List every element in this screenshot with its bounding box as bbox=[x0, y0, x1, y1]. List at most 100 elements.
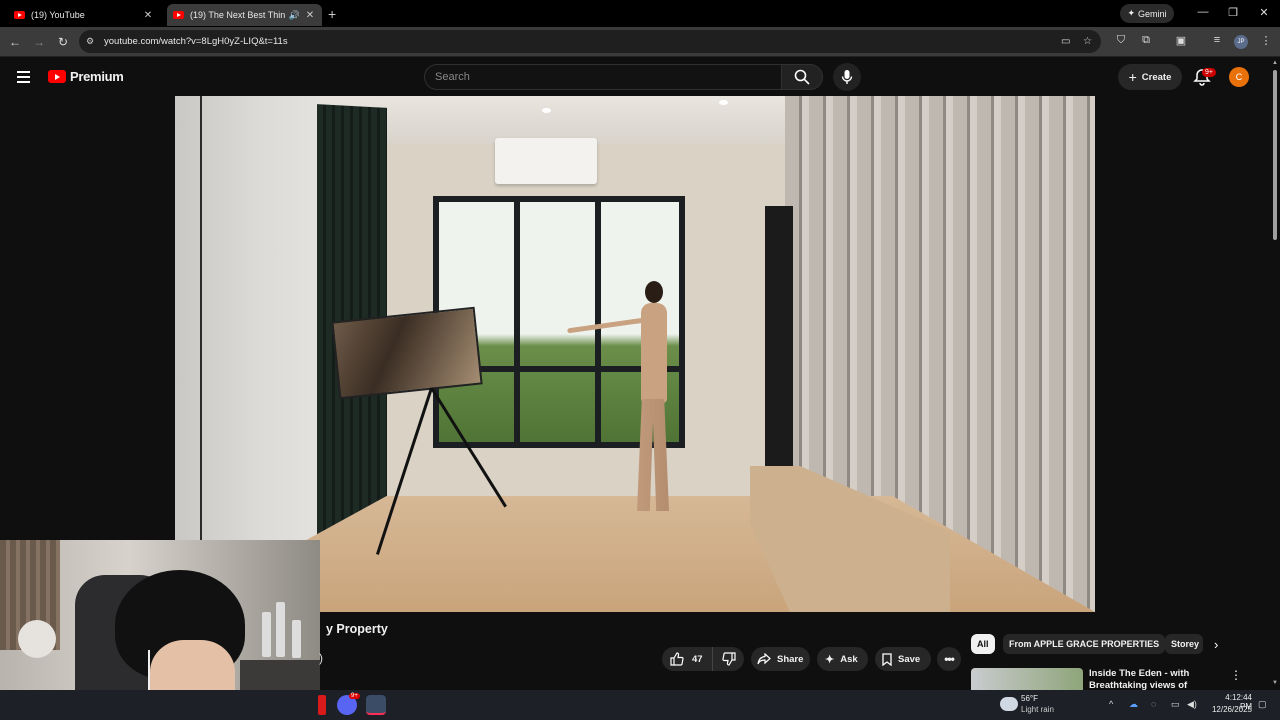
site-settings-icon[interactable]: ⚙ bbox=[86, 36, 97, 47]
youtube-favicon-icon bbox=[14, 11, 25, 19]
network-icon[interactable]: ▭ bbox=[1171, 699, 1180, 710]
url-text: youtube.com/watch?v=8LgH0yZ-LIQ&t=11s bbox=[104, 36, 288, 47]
chip-storey[interactable]: Storey bbox=[1165, 634, 1203, 654]
minimize-icon[interactable]: — bbox=[1193, 6, 1213, 18]
gemini-label: Gemini bbox=[1138, 8, 1167, 19]
search-icon bbox=[794, 69, 810, 85]
microphone-icon bbox=[841, 70, 853, 84]
steam-icon[interactable] bbox=[366, 695, 386, 715]
tab-title: (19) YouTube bbox=[31, 10, 85, 20]
recommendation-menu-icon[interactable]: ⋮ bbox=[1230, 668, 1242, 682]
create-button[interactable]: + Create bbox=[1118, 64, 1182, 90]
video-left-wall bbox=[175, 96, 320, 612]
like-count: 47 bbox=[692, 653, 703, 665]
address-bar[interactable]: ⚙ youtube.com/watch?v=8LgH0yZ-LIQ&t=11s … bbox=[79, 30, 1101, 53]
sparkle-icon: ✦ bbox=[1127, 8, 1136, 18]
create-label: Create bbox=[1141, 71, 1172, 83]
search-input[interactable] bbox=[425, 65, 781, 89]
app-icon[interactable] bbox=[318, 695, 326, 715]
scroll-up-icon[interactable]: ▲ bbox=[1272, 60, 1278, 66]
page-scrollbar[interactable]: ▲ ▼ bbox=[1270, 58, 1280, 692]
clock-date[interactable]: 12/26/2025 bbox=[1208, 705, 1252, 714]
account-avatar[interactable]: C bbox=[1229, 67, 1249, 87]
video-player[interactable] bbox=[175, 96, 1095, 612]
sparkle-icon: ✦ bbox=[825, 653, 835, 666]
discord-badge: 9+ bbox=[349, 693, 360, 699]
bookmark-star-icon[interactable]: ☆ bbox=[1083, 36, 1092, 47]
share-button[interactable]: Share bbox=[751, 647, 810, 671]
cloud-sync-icon[interactable]: ☁ bbox=[1129, 699, 1138, 710]
video-easel-artwork bbox=[331, 306, 483, 400]
restore-icon[interactable]: ❐ bbox=[1223, 6, 1243, 19]
video-air-conditioner bbox=[495, 138, 597, 184]
like-button[interactable]: 47 bbox=[662, 647, 713, 671]
close-tab-icon[interactable]: ✕ bbox=[142, 10, 154, 21]
save-button[interactable]: Save bbox=[875, 647, 931, 671]
chip-all[interactable]: All bbox=[971, 634, 995, 654]
channel-name[interactable]: ) bbox=[319, 651, 323, 665]
screen: (19) YouTube ✕ (19) The Next Best Thing!… bbox=[0, 0, 1280, 720]
ask-button[interactable]: ✦ Ask bbox=[817, 647, 868, 671]
weather-temperature: 56°F bbox=[1021, 694, 1038, 703]
save-label: Save bbox=[898, 653, 921, 665]
volume-icon[interactable]: ◀) bbox=[1187, 699, 1197, 710]
video-door bbox=[765, 206, 793, 476]
close-tab-icon[interactable]: ✕ bbox=[304, 10, 316, 21]
dislike-button[interactable] bbox=[713, 647, 745, 671]
shield-extension-icon[interactable]: ⛉ bbox=[1113, 34, 1129, 50]
notification-badge: 9+ bbox=[1202, 68, 1216, 77]
new-tab-button[interactable]: + bbox=[328, 6, 336, 22]
webcam-bottle bbox=[292, 620, 301, 658]
more-actions-button[interactable]: ••• bbox=[937, 647, 961, 671]
webcam-bottle bbox=[276, 602, 285, 657]
close-window-icon[interactable]: ✕ bbox=[1254, 6, 1274, 19]
side-panel-icon[interactable]: ▣ bbox=[1173, 34, 1189, 50]
video-presenter bbox=[567, 281, 682, 516]
media-controls-icon[interactable]: ≡ bbox=[1209, 34, 1225, 50]
browser-profile-avatar[interactable]: JP bbox=[1234, 35, 1248, 49]
share-arrow-icon bbox=[757, 653, 771, 665]
logo-text: Premium bbox=[70, 69, 124, 84]
youtube-premium-logo[interactable]: Premium bbox=[48, 69, 124, 84]
extensions-puzzle-icon[interactable]: ⧉ bbox=[1138, 34, 1154, 50]
video-title: y Property bbox=[326, 622, 388, 636]
forward-icon[interactable]: → bbox=[31, 34, 47, 50]
ask-label: Ask bbox=[840, 653, 858, 665]
thumbs-down-icon bbox=[721, 652, 736, 666]
chip-from-channel[interactable]: From APPLE GRACE PROPERTIES bbox=[1003, 634, 1166, 654]
recommendation-thumbnail[interactable] bbox=[971, 668, 1083, 690]
video-ceiling-light bbox=[542, 108, 551, 113]
browser-tab-youtube[interactable]: (19) YouTube ✕ bbox=[8, 4, 160, 26]
reload-icon[interactable]: ↻ bbox=[55, 34, 71, 50]
video-ceiling-light bbox=[719, 100, 728, 105]
share-label: Share bbox=[777, 653, 804, 665]
search-button[interactable] bbox=[781, 64, 823, 90]
back-icon[interactable]: ← bbox=[7, 34, 23, 50]
webcam-bottle bbox=[262, 612, 271, 657]
scrollbar-thumb[interactable] bbox=[1273, 70, 1277, 240]
speaker-icon[interactable]: 🔊 bbox=[289, 10, 300, 21]
os-taskbar bbox=[0, 690, 1280, 720]
tray-overflow-icon[interactable]: ^ bbox=[1109, 699, 1113, 709]
webcam-ball bbox=[18, 620, 56, 658]
youtube-header: Premium + Create bbox=[0, 58, 1270, 96]
browser-tab-video[interactable]: (19) The Next Best Thing! S 🔊 ✕ bbox=[167, 4, 322, 26]
cast-icon[interactable]: ▭ bbox=[1061, 36, 1070, 47]
tab-title: (19) The Next Best Thing! S bbox=[190, 10, 285, 20]
chevron-right-icon[interactable]: › bbox=[1214, 637, 1218, 652]
more-horizontal-icon: ••• bbox=[944, 652, 955, 666]
recommendation-title[interactable]: Inside The Eden - with Breathtaking view… bbox=[1089, 668, 1214, 690]
hamburger-menu-icon[interactable] bbox=[17, 71, 30, 83]
kebab-menu-icon[interactable]: ⋮ bbox=[1258, 34, 1274, 50]
notification-center-icon[interactable]: ▢ bbox=[1258, 699, 1267, 710]
weather-cloud-icon bbox=[1000, 697, 1018, 711]
voice-search-button[interactable] bbox=[833, 63, 861, 91]
gemini-button[interactable]: ✦ Gemini bbox=[1120, 4, 1174, 23]
microphone-tray-icon[interactable]: ◌ bbox=[1151, 699, 1156, 709]
youtube-play-logo-icon bbox=[48, 70, 66, 83]
scroll-down-icon[interactable]: ▼ bbox=[1272, 680, 1278, 686]
youtube-favicon-icon bbox=[173, 11, 184, 19]
search-box bbox=[424, 64, 782, 90]
like-dislike-group: 47 bbox=[662, 647, 744, 671]
plus-icon: + bbox=[1128, 69, 1137, 85]
